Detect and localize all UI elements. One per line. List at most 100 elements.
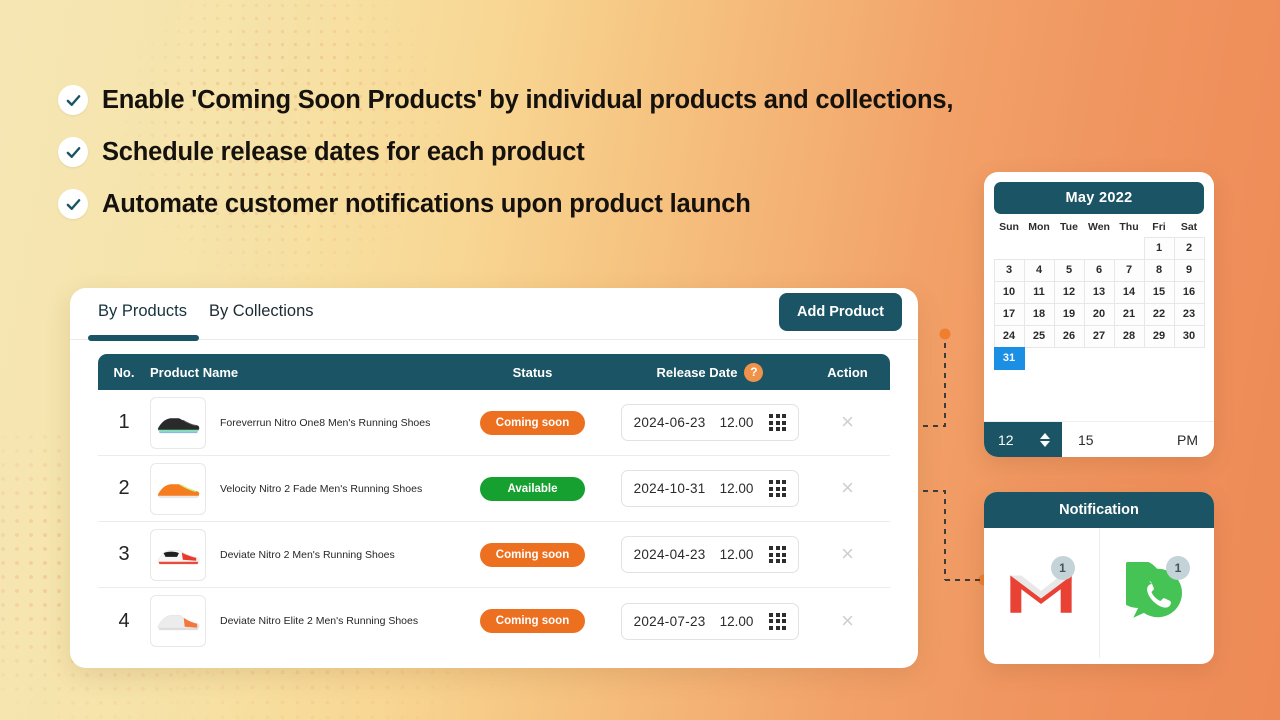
product-name: Foreverrun Nitro One8 Men's Running Shoe… <box>220 416 431 429</box>
calendar-day[interactable]: 26 <box>1053 324 1085 348</box>
minute-value[interactable]: 15 <box>1062 422 1177 457</box>
column-header-release-date: Release Date ? <box>615 362 805 382</box>
calendar-day[interactable]: 20 <box>1083 302 1115 326</box>
calendar-day[interactable]: 6 <box>1083 258 1115 282</box>
action-cell: × <box>805 543 890 566</box>
row-number: 1 <box>118 411 130 433</box>
delete-row-icon[interactable]: × <box>841 608 854 633</box>
bullet-item: Enable 'Coming Soon Products' by individ… <box>58 78 953 122</box>
calendar-day[interactable]: 5 <box>1053 258 1085 282</box>
calendar-month-title: May 2022 <box>994 182 1204 214</box>
table-header-row: No. Product Name Status Release Date ? A… <box>98 354 890 390</box>
release-date-input[interactable]: 2024-06-23 12.00 <box>620 404 800 441</box>
release-date-input[interactable]: 2024-04-23 12.00 <box>620 536 800 573</box>
calendar-day[interactable]: 22 <box>1143 302 1175 326</box>
notification-panel: Notification 1 1 <box>984 492 1214 664</box>
calendar-day[interactable]: 15 <box>1143 280 1175 304</box>
hour-stepper[interactable]: 12 <box>984 422 1062 457</box>
gmail-badge-count: 1 <box>1050 556 1075 580</box>
calendar-day[interactable]: 13 <box>1083 280 1115 304</box>
check-icon <box>58 137 88 167</box>
meridiem-value[interactable]: PM <box>1177 422 1214 457</box>
release-date-value: 2024-06-23 <box>633 415 706 430</box>
calendar-day[interactable]: 24 <box>993 324 1025 348</box>
row-number: 3 <box>118 543 130 565</box>
delete-row-icon[interactable]: × <box>841 409 854 434</box>
calendar-day[interactable]: 16 <box>1173 280 1205 304</box>
status-badge[interactable]: Available <box>480 476 585 501</box>
bullet-item: Automate customer notifications upon pro… <box>58 182 953 226</box>
tab-by-collections[interactable]: By Collections <box>199 300 326 340</box>
status-cell: Coming soon <box>450 410 615 435</box>
help-icon[interactable]: ? <box>744 362 764 382</box>
calendar-day-selected[interactable]: 31 <box>993 346 1025 370</box>
status-badge[interactable]: Coming soon <box>479 609 586 633</box>
status-cell: Coming soon <box>450 609 615 633</box>
check-icon <box>58 85 88 115</box>
product-name: Deviate Nitro 2 Men's Running Shoes <box>220 548 395 561</box>
calendar-day[interactable]: 4 <box>1023 258 1055 282</box>
calendar-day[interactable]: 9 <box>1173 258 1205 282</box>
column-header-no: No. <box>113 364 135 380</box>
release-time-value: 12.00 <box>719 481 754 496</box>
product-name: Velocity Nitro 2 Fade Men's Running Shoe… <box>220 482 423 495</box>
delete-row-icon[interactable]: × <box>841 541 854 566</box>
release-time-value: 12.00 <box>719 415 754 430</box>
bullet-text: Schedule release dates for each product <box>102 137 585 166</box>
delete-row-icon[interactable]: × <box>841 475 854 500</box>
calendar-day[interactable]: 29 <box>1143 324 1175 348</box>
release-date-input[interactable]: 2024-10-31 12.00 <box>620 470 800 507</box>
calendar-day[interactable]: 11 <box>1023 280 1055 304</box>
release-date-cell: 2024-07-23 12.00 <box>615 602 805 640</box>
product-name-cell: Deviate Nitro Elite 2 Men's Running Shoe… <box>150 595 450 647</box>
notification-channel-gmail[interactable]: 1 <box>984 528 1099 658</box>
bullet-item: Schedule release dates for each product <box>58 130 953 174</box>
product-thumbnail-icon <box>150 396 206 449</box>
calendar-blank-cell <box>1084 237 1115 260</box>
table-row: 1 Foreverrun Nitro One8 Men's Running Sh… <box>98 390 890 456</box>
table-row: 2 Velocity Nitro 2 Fade Men's Running Sh… <box>98 456 890 522</box>
product-thumbnail-icon <box>150 462 206 515</box>
release-time-value: 12.00 <box>719 547 754 562</box>
add-product-button[interactable]: Add Product <box>779 293 902 331</box>
calendar-day[interactable]: 14 <box>1113 280 1145 304</box>
calendar-day[interactable]: 21 <box>1113 302 1145 326</box>
calendar-day[interactable]: 1 <box>1143 236 1175 260</box>
calendar-grid-icon[interactable] <box>769 480 787 497</box>
status-badge[interactable]: Coming soon <box>479 410 586 435</box>
calendar-grid-icon[interactable] <box>769 414 787 431</box>
calendar-day[interactable]: 17 <box>993 302 1025 326</box>
calendar-day[interactable]: 19 <box>1053 302 1085 326</box>
calendar-day[interactable]: 18 <box>1023 302 1055 326</box>
column-header-status: Status <box>512 364 553 380</box>
product-thumbnail-icon <box>150 528 206 581</box>
calendar-day[interactable]: 28 <box>1113 324 1145 348</box>
calendar-day[interactable]: 30 <box>1173 324 1205 348</box>
release-date-input[interactable]: 2024-07-23 12.00 <box>620 602 800 640</box>
calendar-day[interactable]: 12 <box>1053 280 1085 304</box>
product-name-cell: Foreverrun Nitro One8 Men's Running Shoe… <box>150 396 450 449</box>
calendar-day[interactable]: 7 <box>1113 258 1145 282</box>
calendar-grid-icon[interactable] <box>769 612 787 630</box>
weekday-label: Sat <box>1180 221 1198 233</box>
halftone-dots-top-right <box>1120 30 1280 160</box>
action-cell: × <box>805 477 890 500</box>
release-date-value: 2024-07-23 <box>633 613 706 629</box>
column-header-action: Action <box>827 364 868 380</box>
release-date-value: 2024-04-23 <box>633 547 706 562</box>
tab-by-products[interactable]: By Products <box>88 300 199 341</box>
stepper-arrows-icon[interactable] <box>1040 432 1050 447</box>
calendar-day[interactable]: 2 <box>1173 236 1205 260</box>
calendar-day[interactable]: 27 <box>1083 324 1115 348</box>
product-name-cell: Deviate Nitro 2 Men's Running Shoes <box>150 528 450 581</box>
products-card: By Products By Collections Add Product N… <box>70 288 918 668</box>
calendar-day[interactable]: 3 <box>993 258 1025 282</box>
calendar-day[interactable]: 10 <box>993 280 1025 304</box>
status-badge[interactable]: Coming soon <box>479 542 586 567</box>
calendar-day[interactable]: 23 <box>1173 302 1205 326</box>
calendar-day[interactable]: 8 <box>1143 258 1175 282</box>
calendar-grid-icon[interactable] <box>769 546 787 563</box>
calendar-day[interactable]: 25 <box>1023 324 1055 348</box>
notification-channel-whatsapp[interactable]: 1 <box>1098 528 1215 658</box>
bullet-text: Automate customer notifications upon pro… <box>102 189 751 218</box>
